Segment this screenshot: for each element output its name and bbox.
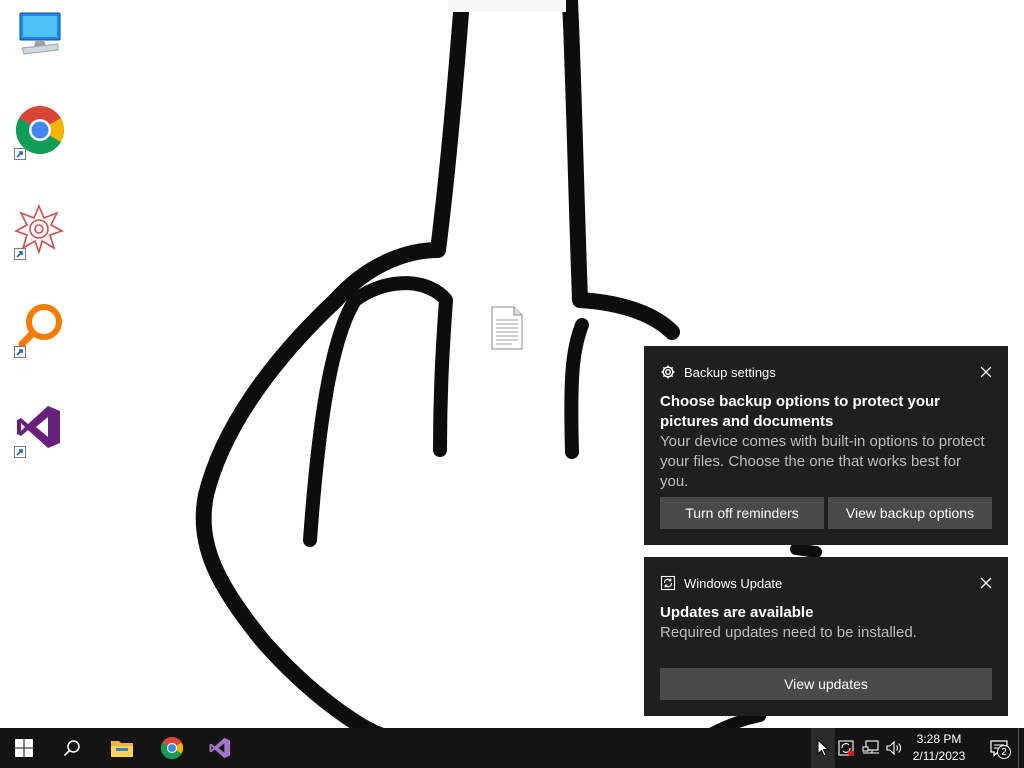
notification-count-badge: 2	[997, 745, 1011, 759]
view-updates-button[interactable]: View updates	[660, 668, 992, 700]
notification-body: Required updates need to be installed.	[660, 624, 917, 641]
clock-time: 3:28 PM	[916, 732, 962, 746]
shortcut-arrow-icon	[14, 148, 26, 160]
gear-icon	[660, 364, 676, 380]
taskbar-file-explorer[interactable]	[98, 728, 146, 768]
backup-notification[interactable]: Backup settings Choose backup options to…	[644, 346, 1008, 545]
chrome-icon	[160, 736, 184, 760]
close-icon	[980, 577, 992, 589]
clock-date: 2/11/2023	[912, 749, 966, 763]
notification-header: Backup settings	[660, 346, 992, 398]
tray-network[interactable]	[861, 738, 881, 758]
notification-app-name: Windows Update	[684, 575, 783, 591]
show-hidden-icons-button[interactable]	[811, 728, 835, 768]
search-icon	[63, 740, 80, 757]
desktop-file-text-document[interactable]	[490, 306, 524, 355]
start-button[interactable]	[0, 728, 48, 768]
notification-body: Your device comes with built-in options …	[660, 433, 985, 490]
desktop-icon-chrome[interactable]	[14, 104, 70, 160]
volume-icon	[886, 740, 901, 756]
taskbar: 3:28 PM 2/11/2023 2	[0, 728, 1024, 768]
notification-header: Windows Update	[660, 557, 992, 609]
taskbar-clock[interactable]: 3:28 PM 2/11/2023	[904, 731, 974, 765]
turn-off-reminders-button[interactable]: Turn off reminders	[660, 497, 824, 529]
magnifier-icon	[18, 304, 62, 348]
windows-update-icon	[838, 740, 854, 756]
taskbar-visual-studio[interactable]	[196, 728, 244, 768]
visual-studio-icon	[17, 406, 60, 448]
view-backup-options-button[interactable]: View backup options	[828, 497, 992, 529]
mathematica-icon	[14, 203, 64, 255]
shortcut-arrow-icon	[14, 248, 26, 260]
shortcut-arrow-icon	[14, 346, 26, 358]
action-center-button[interactable]: 2	[980, 728, 1018, 768]
shortcut-arrow-icon	[14, 446, 26, 458]
desktop-icon-mathematica[interactable]	[14, 203, 70, 260]
notification-actions: Turn off reminders View backup options	[660, 497, 992, 529]
desktop-icon-search-tool[interactable]	[14, 302, 70, 358]
start-icon	[15, 739, 33, 757]
computer-icon	[19, 12, 61, 55]
windows-update-icon	[660, 575, 676, 591]
file-explorer-icon	[111, 741, 133, 757]
taskbar-chrome[interactable]	[148, 728, 196, 768]
windows-update-notification[interactable]: Windows Update Updates are available Req…	[644, 557, 1008, 716]
notification-title: Choose backup options to protect your pi…	[660, 393, 941, 430]
mouse-pointer-icon	[817, 739, 830, 757]
visual-studio-icon	[209, 737, 231, 759]
tray-volume[interactable]	[884, 738, 904, 758]
close-notification-button[interactable]	[976, 362, 996, 382]
text-document-icon	[491, 306, 523, 350]
network-icon	[862, 740, 879, 754]
close-icon	[980, 366, 992, 378]
desktop-icon-this-pc[interactable]	[14, 10, 70, 66]
close-notification-button[interactable]	[976, 573, 996, 593]
show-desktop-button[interactable]	[1018, 728, 1024, 768]
notification-app-name: Backup settings	[684, 364, 776, 380]
notification-actions: View updates	[660, 668, 992, 700]
tray-windows-update[interactable]	[836, 738, 856, 758]
search-button[interactable]	[48, 728, 96, 768]
desktop-icon-visual-studio[interactable]	[14, 402, 70, 458]
